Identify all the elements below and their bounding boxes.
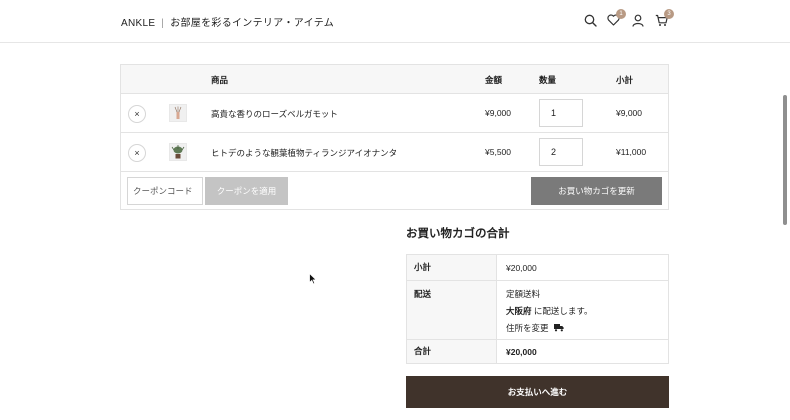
remove-item-button[interactable]: × [128, 105, 146, 123]
brand-separator: | [161, 18, 165, 29]
mouse-cursor-icon [309, 272, 318, 287]
cart-table: 商品 金額 数量 小計 × 高貴な香りのローズベルガモット ¥9,000 1 ¥… [120, 64, 669, 210]
shipping-label: 配送 [407, 281, 497, 339]
cart-totals-table: 小計 ¥20,000 配送 定額送料 大阪府 に配送します。 住所を変更 合計 … [406, 254, 669, 364]
cart-button[interactable]: 3 [654, 9, 674, 27]
apply-coupon-button[interactable]: クーポンを適用 [205, 177, 288, 205]
cart-totals-title: お買い物カゴの合計 [406, 228, 510, 240]
shipping-method: 定額送料 [506, 289, 541, 299]
product-name-link[interactable]: ヒトデのような観葉植物ティランジアイオナンタ [211, 147, 397, 159]
cart-count-badge: 3 [664, 9, 674, 19]
column-product: 商品 [211, 75, 229, 85]
shipping-destination: 大阪府 に配送します。 [506, 305, 593, 317]
remove-item-button[interactable]: × [128, 144, 146, 162]
search-icon[interactable] [583, 13, 597, 27]
coupon-code-input[interactable]: クーポンコード [127, 177, 203, 205]
brand-tagline: お部屋を彩るインテリア・アイテム [170, 18, 335, 29]
cart-item-row: × ヒトデのような観葉植物ティランジアイオナンタ ¥5,500 2 ¥11,00… [121, 133, 668, 172]
total-value: ¥20,000 [506, 347, 537, 357]
product-thumbnail[interactable] [169, 104, 187, 122]
update-cart-button[interactable]: お買い物カゴを更新 [531, 177, 662, 205]
quantity-input[interactable]: 1 [539, 99, 583, 127]
change-address-link[interactable]: 住所を変更 [506, 322, 564, 334]
product-price: ¥9,000 [485, 108, 511, 118]
product-name-link[interactable]: 高貴な香りのローズベルガモット [211, 108, 338, 120]
item-subtotal: ¥9,000 [616, 108, 642, 118]
column-price: 金額 [485, 75, 503, 85]
product-thumbnail[interactable] [169, 143, 187, 161]
shipping-prefecture: 大阪府 [506, 306, 532, 316]
subtotal-label: 小計 [407, 255, 497, 280]
total-label: 合計 [407, 340, 497, 363]
wishlist-button[interactable]: 1 [606, 9, 626, 27]
product-price: ¥5,500 [485, 147, 511, 157]
subtotal-value: ¥20,000 [506, 263, 537, 273]
column-quantity: 数量 [539, 75, 557, 85]
site-brand[interactable]: ANKLE | お部屋を彩るインテリア・アイテム [121, 14, 334, 29]
page-scrollbar[interactable] [783, 95, 787, 225]
user-icon[interactable] [631, 13, 645, 27]
cart-item-row: × 高貴な香りのローズベルガモット ¥9,000 1 ¥9,000 [121, 94, 668, 133]
proceed-to-checkout-button[interactable]: お支払いへ進む [406, 376, 669, 408]
site-header: ANKLE | お部屋を彩るインテリア・アイテム 1 3 [0, 0, 790, 43]
truck-icon [553, 324, 564, 332]
item-subtotal: ¥11,000 [616, 147, 647, 157]
change-address-label[interactable]: 住所を変更 [506, 323, 549, 333]
brand-name[interactable]: ANKLE [121, 18, 155, 29]
quantity-input[interactable]: 2 [539, 138, 583, 166]
cart-table-header: 商品 金額 数量 小計 [121, 65, 668, 94]
shipping-destination-suffix: に配送します。 [531, 306, 593, 316]
column-subtotal: 小計 [616, 75, 634, 85]
wishlist-count-badge: 1 [616, 9, 626, 19]
